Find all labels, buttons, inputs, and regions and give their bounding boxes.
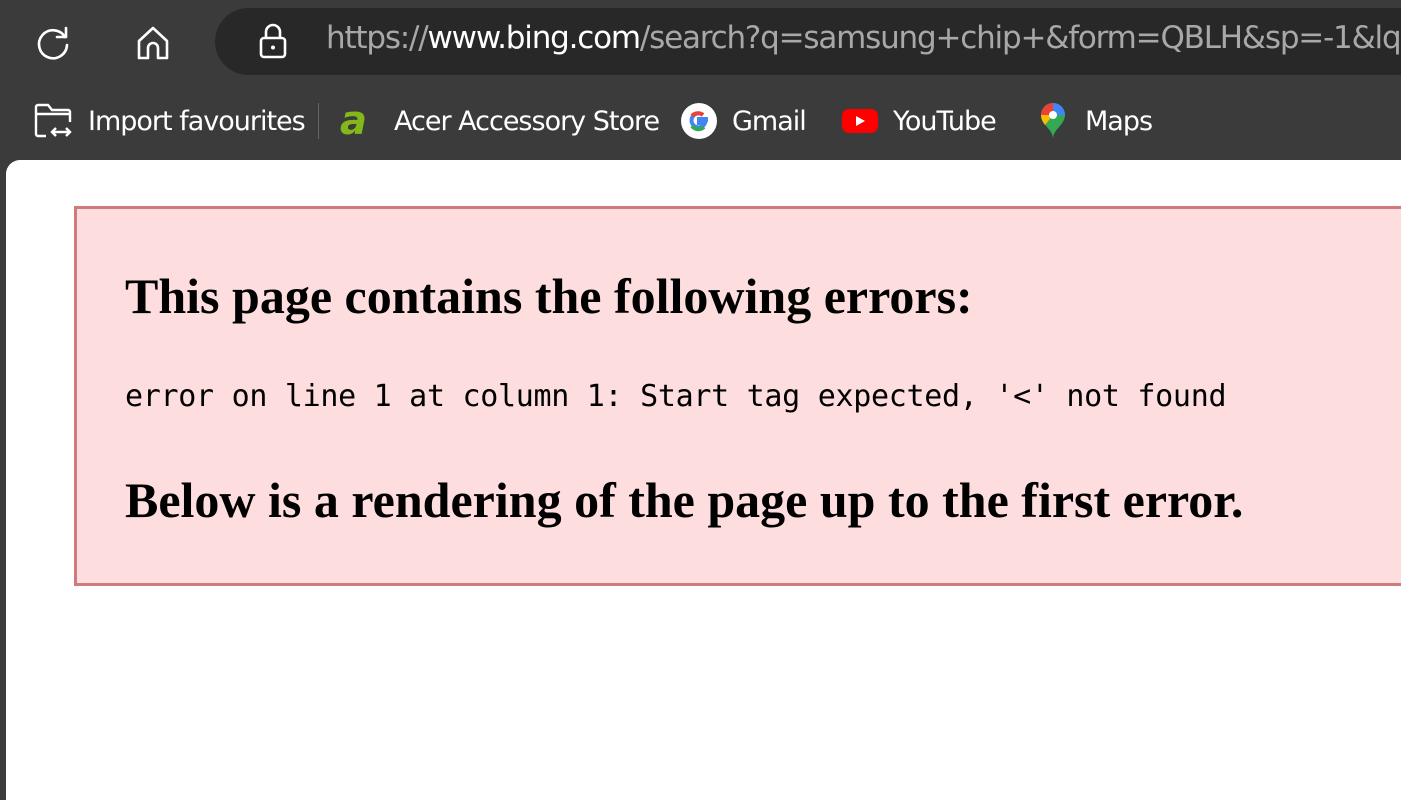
lock-icon[interactable] <box>255 20 291 62</box>
url-text[interactable]: https://www.bing.com/search?q=samsung+ch… <box>326 20 1401 56</box>
bookmark-import-favourites[interactable]: Import favourites <box>34 100 306 142</box>
bookmark-label: Maps <box>1085 105 1153 137</box>
bookmark-label: Import favourites <box>88 105 306 137</box>
parser-error-box: This page contains the following errors:… <box>74 206 1401 586</box>
maps-icon <box>1041 103 1065 139</box>
bookmark-label: Gmail <box>732 105 807 137</box>
bookmark-acer-accessory-store[interactable]: a Acer Accessory Store <box>340 98 660 144</box>
bookmark-label: YouTube <box>893 105 997 137</box>
refresh-icon[interactable] <box>30 20 76 66</box>
import-favourites-icon <box>34 103 72 138</box>
error-message: error on line 1 at column 1: Start tag e… <box>125 379 1227 414</box>
youtube-icon <box>842 109 878 133</box>
error-footer: Below is a rendering of the page up to t… <box>125 472 1244 528</box>
bookmark-separator <box>318 103 319 139</box>
url-scheme: https:// <box>326 20 429 56</box>
bookmark-gmail[interactable]: Gmail <box>680 100 807 142</box>
error-heading: This page contains the following errors: <box>125 268 973 324</box>
acer-icon: a <box>340 98 367 144</box>
url-path: /search?q=samsung+chip+&form=QBLH&sp=-1&… <box>639 20 1401 56</box>
bookmark-youtube[interactable]: YouTube <box>841 100 997 142</box>
url-host: www.bing.com <box>427 20 642 56</box>
bookmark-label: Acer Accessory Store <box>394 105 660 137</box>
bookmark-maps[interactable]: Maps <box>1035 100 1153 142</box>
google-icon <box>681 103 717 139</box>
home-icon[interactable] <box>130 20 176 66</box>
